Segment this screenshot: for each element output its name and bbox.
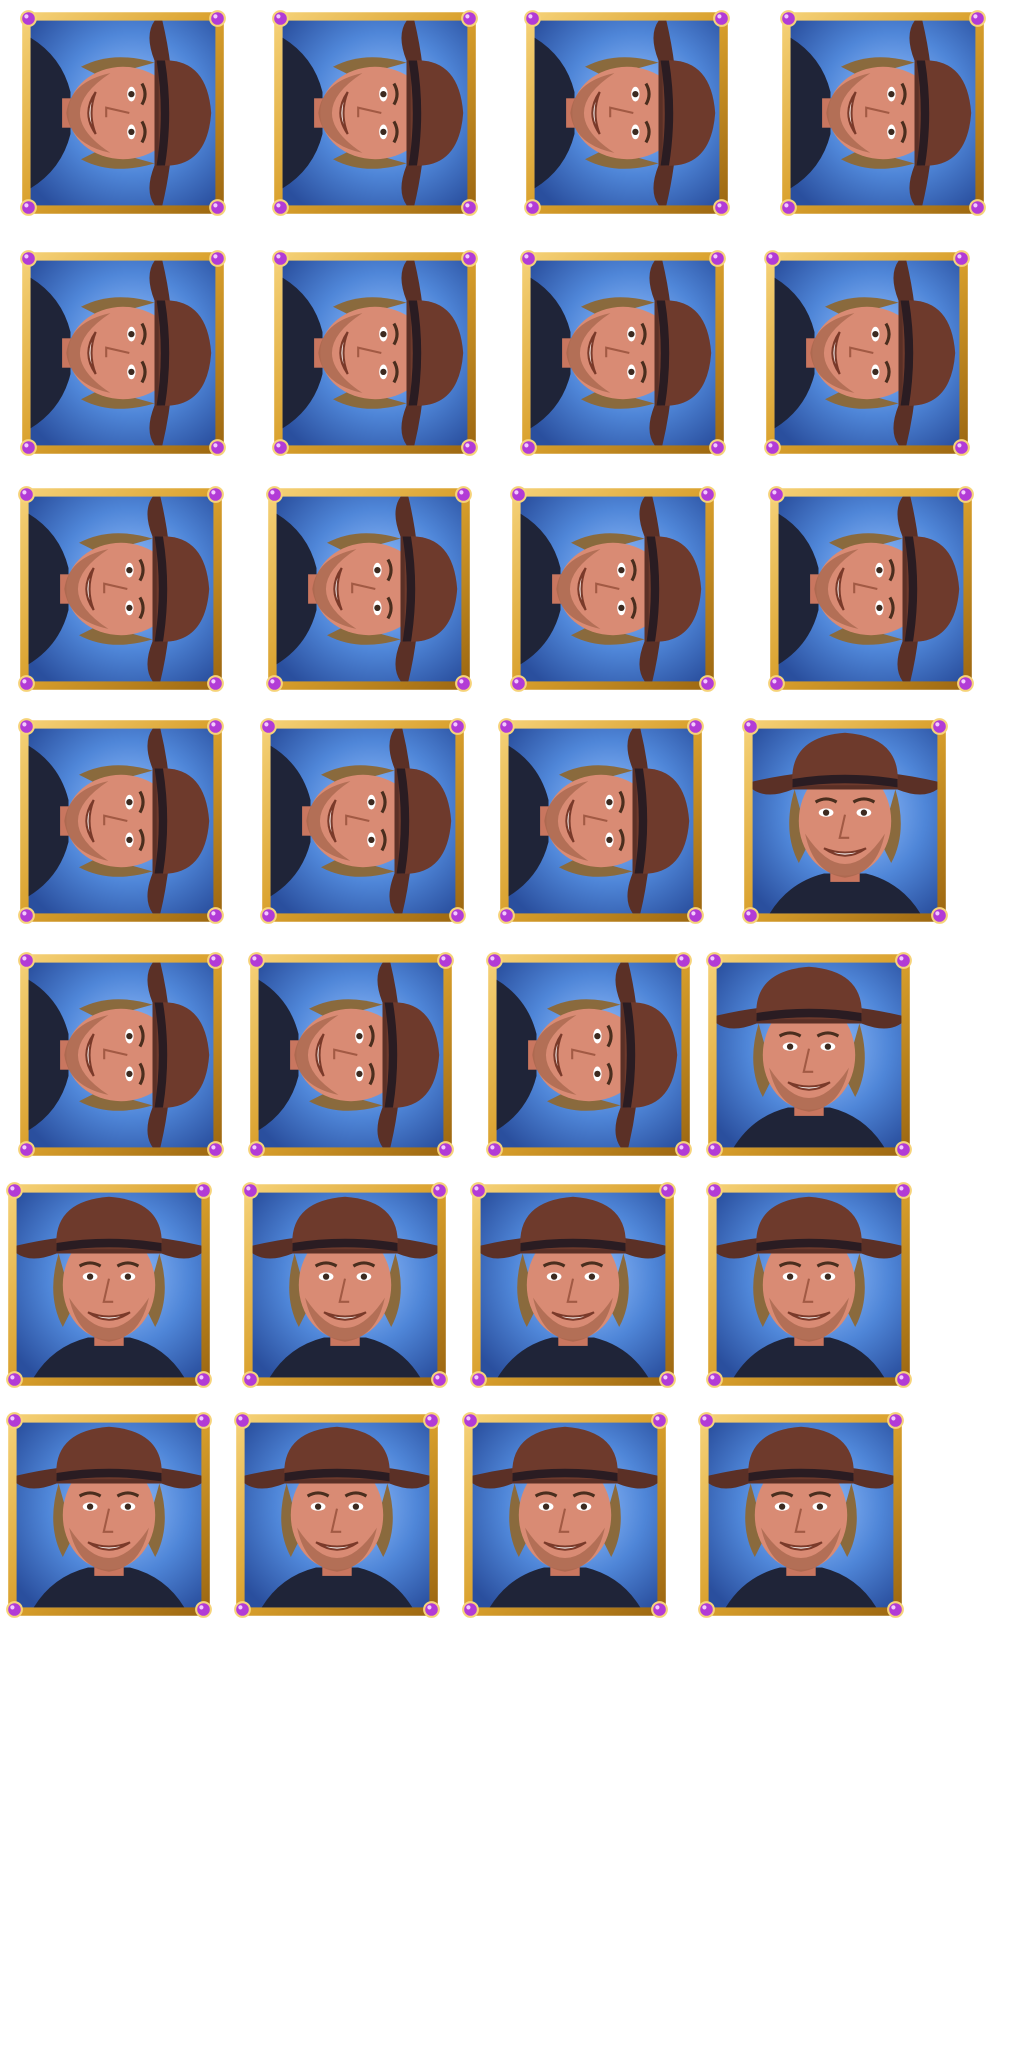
cowboy-portrait-icon (260, 718, 466, 924)
cowboy-symbol-rotated (18, 8, 228, 218)
cowboy-portrait-icon (272, 250, 478, 456)
cowboy-symbol-rotated (762, 248, 972, 458)
cowboy-symbol-rotated (484, 950, 694, 1160)
cowboy-symbol-rotated (16, 950, 226, 1160)
cowboy-portrait-icon (470, 1182, 676, 1388)
cowboy-portrait-icon (706, 952, 912, 1158)
cowboy-portrait-icon (18, 952, 224, 1158)
cowboy-symbol-rotated (270, 248, 480, 458)
cowboy-symbol-upright (232, 1410, 442, 1620)
cowboy-portrait-icon (768, 486, 974, 692)
cowboy-portrait-icon (6, 1412, 212, 1618)
cowboy-symbol-rotated (246, 950, 456, 1160)
cowboy-symbol-upright (4, 1180, 214, 1390)
cowboy-symbol-rotated (258, 716, 468, 926)
cowboy-portrait-icon (764, 250, 970, 456)
cowboy-portrait-icon (780, 10, 986, 216)
cowboy-symbol-upright (740, 716, 950, 926)
cowboy-portrait-icon (742, 718, 948, 924)
cowboy-portrait-icon (18, 486, 224, 692)
cowboy-portrait-icon (18, 718, 224, 924)
cowboy-portrait-icon (462, 1412, 668, 1618)
cowboy-symbol-rotated (496, 716, 706, 926)
cowboy-portrait-icon (498, 718, 704, 924)
cowboy-symbol-upright (460, 1410, 670, 1620)
cowboy-symbol-upright (4, 1410, 214, 1620)
cowboy-symbol-rotated (16, 484, 226, 694)
cowboy-portrait-icon (698, 1412, 904, 1618)
cowboy-portrait-icon (234, 1412, 440, 1618)
cowboy-portrait-icon (20, 10, 226, 216)
cowboy-symbol-rotated (16, 716, 226, 926)
cowboy-symbol-rotated (264, 484, 474, 694)
cowboy-symbol-upright (704, 1180, 914, 1390)
cowboy-portrait-icon (510, 486, 716, 692)
cowboy-portrait-icon (524, 10, 730, 216)
cowboy-portrait-icon (706, 1182, 912, 1388)
cowboy-portrait-icon (20, 250, 226, 456)
cowboy-symbol-rotated (518, 248, 728, 458)
cowboy-symbol-rotated (18, 248, 228, 458)
cowboy-symbol-rotated (270, 8, 480, 218)
sprite-sheet (0, 0, 1024, 2048)
cowboy-portrait-icon (242, 1182, 448, 1388)
cowboy-portrait-icon (266, 486, 472, 692)
cowboy-portrait-icon (272, 10, 478, 216)
cowboy-symbol-upright (468, 1180, 678, 1390)
cowboy-portrait-icon (520, 250, 726, 456)
cowboy-symbol-upright (696, 1410, 906, 1620)
cowboy-portrait-icon (6, 1182, 212, 1388)
cowboy-symbol-rotated (778, 8, 988, 218)
cowboy-symbol-upright (240, 1180, 450, 1390)
cowboy-symbol-upright (704, 950, 914, 1160)
cowboy-symbol-rotated (522, 8, 732, 218)
cowboy-symbol-rotated (508, 484, 718, 694)
cowboy-portrait-icon (248, 952, 454, 1158)
cowboy-symbol-rotated (766, 484, 976, 694)
cowboy-portrait-icon (486, 952, 692, 1158)
